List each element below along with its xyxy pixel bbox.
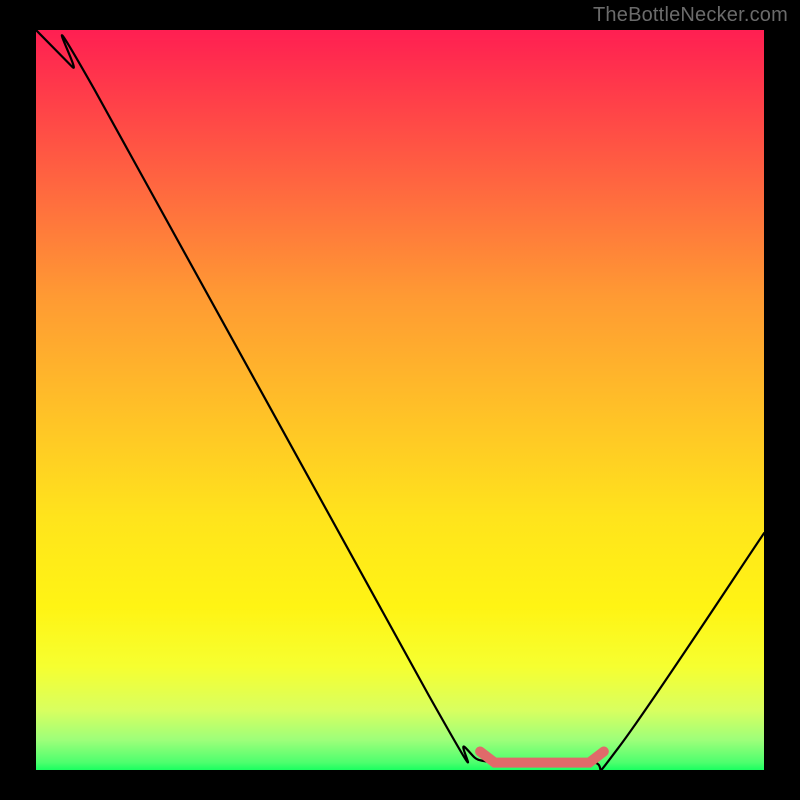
curve-layer [36,30,764,770]
chart-stage: TheBottleNecker.com [0,0,800,800]
highlight-segment [480,752,604,763]
watermark-label: TheBottleNecker.com [593,4,788,27]
bottleneck-curve [36,30,764,770]
plot-area [36,30,764,770]
